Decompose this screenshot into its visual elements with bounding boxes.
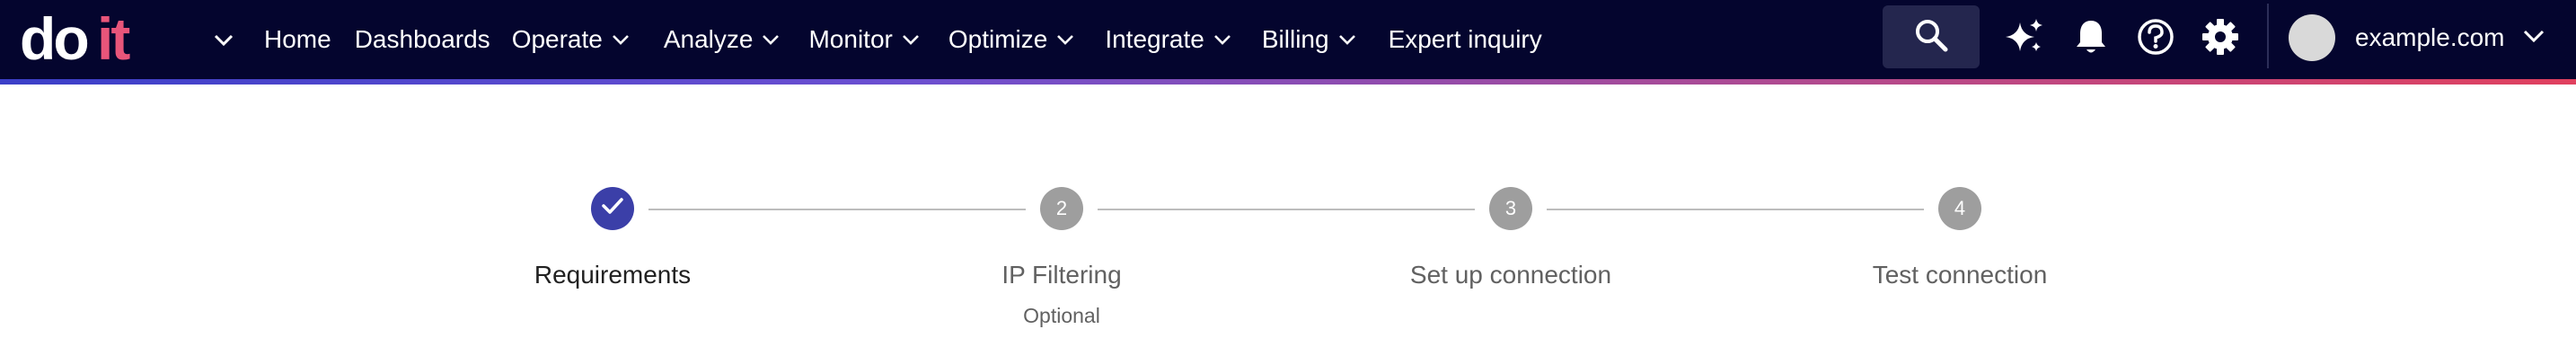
- step-3-label[interactable]: Set up connection: [1349, 261, 1672, 289]
- step-connector: [1547, 209, 1924, 210]
- step-1-label[interactable]: Requirements: [451, 261, 774, 289]
- check-icon: [601, 196, 624, 221]
- step-2-label[interactable]: IP Filtering: [900, 261, 1223, 289]
- step-3-indicator: 3: [1489, 187, 1532, 230]
- step-4-label[interactable]: Test connection: [1798, 261, 2122, 289]
- step-connector: [648, 209, 1026, 210]
- step-connector: [1098, 209, 1475, 210]
- step-4-indicator: 4: [1938, 187, 1981, 230]
- setup-stepper: Requirements 2 IP Filtering Optional 3 S…: [0, 0, 2576, 356]
- step-2-subtitle: Optional: [1023, 304, 1100, 327]
- step-2-indicator: 2: [1040, 187, 1083, 230]
- step-1-completed-indicator: [591, 187, 634, 230]
